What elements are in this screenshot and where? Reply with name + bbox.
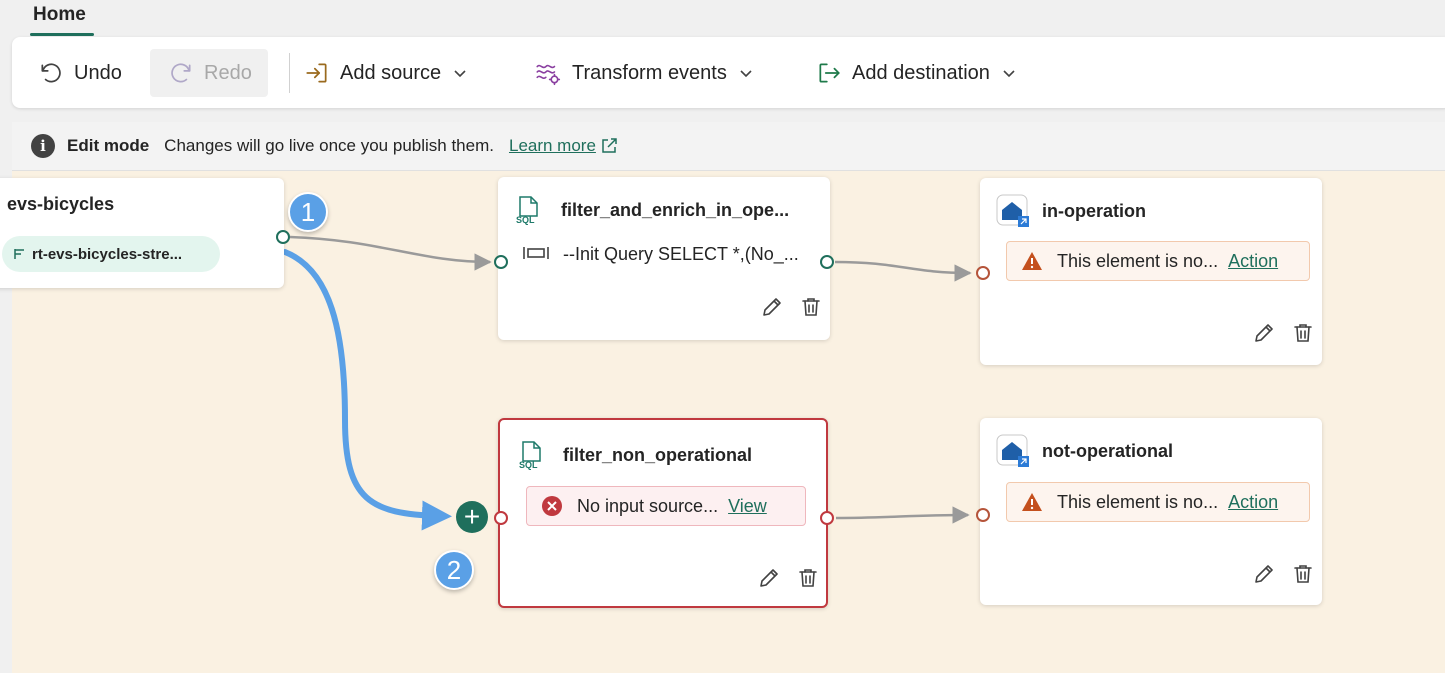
annotation-drag-arrow <box>282 249 452 531</box>
action-link[interactable]: Action <box>1228 492 1278 513</box>
wire-source-to-filter-enrich <box>289 235 492 271</box>
wire-filter-non-operational-to-not-operational <box>835 506 970 524</box>
destination-title: in-operation <box>1042 201 1146 221</box>
add-input-plus-icon[interactable]: + <box>456 501 488 533</box>
warning-icon <box>1022 493 1042 511</box>
warning-message-box: This element is no... Action <box>1006 482 1310 522</box>
operator-input-port[interactable] <box>494 255 508 269</box>
stream-label: rt-evs-bicycles-stre... <box>32 245 183 263</box>
svg-text:SQL: SQL <box>519 460 538 470</box>
error-icon <box>542 496 562 516</box>
callout-badge-1: 1 <box>288 192 328 232</box>
source-node-title: evs-bicycles <box>7 194 115 214</box>
operator-query-text: --Init Query SELECT *,(No_... <box>563 244 799 264</box>
delete-icon[interactable] <box>1291 321 1315 345</box>
destination-title: not-operational <box>1042 441 1173 461</box>
error-text: No input source... <box>577 495 719 516</box>
action-link[interactable]: Action <box>1228 251 1278 272</box>
warning-text: This element is no... <box>1057 491 1219 512</box>
operator-output-port[interactable] <box>820 255 834 269</box>
operator-title: filter_and_enrich_in_ope... <box>561 200 790 220</box>
edit-icon[interactable] <box>1252 321 1276 345</box>
destination-card-in-operation[interactable]: in-operation This element is no... Actio… <box>980 178 1322 365</box>
operator-card-filter-enrich[interactable]: SQL filter_and_enrich_in_ope... --Init Q… <box>498 177 830 340</box>
warning-message-box: This element is no... Action <box>1006 241 1310 281</box>
destination-card-not-operational[interactable]: not-operational This element is no... Ac… <box>980 418 1322 605</box>
operator-output-port[interactable] <box>820 511 834 525</box>
svg-text:SQL: SQL <box>516 215 535 225</box>
wire-filter-enrich-to-in-operation <box>834 260 972 282</box>
sql-icon: SQL <box>519 441 541 470</box>
delete-icon[interactable] <box>799 295 823 319</box>
edit-icon[interactable] <box>760 295 784 319</box>
error-message-box: No input source... View <box>526 486 806 526</box>
operator-input-port[interactable] <box>494 511 508 525</box>
destination-input-port[interactable] <box>976 508 990 522</box>
callout-badge-2: 2 <box>434 550 474 590</box>
warning-icon <box>1022 252 1042 270</box>
sql-icon: SQL <box>516 196 538 225</box>
edit-icon[interactable] <box>1252 562 1276 586</box>
source-node-card[interactable]: evs-bicycles rt-evs-bicycles-stre... <box>0 178 284 288</box>
eventhouse-icon <box>996 194 1029 227</box>
destination-input-port[interactable] <box>976 266 990 280</box>
source-output-port[interactable] <box>276 230 290 244</box>
query-icon <box>523 247 549 259</box>
eventhouse-icon <box>996 434 1029 467</box>
stream-pill[interactable]: rt-evs-bicycles-stre... <box>2 236 220 272</box>
operator-title: filter_non_operational <box>563 445 753 465</box>
view-error-link[interactable]: View <box>728 496 767 517</box>
delete-icon[interactable] <box>1291 562 1315 586</box>
stream-icon <box>14 249 24 259</box>
warning-text: This element is no... <box>1057 250 1219 271</box>
delete-icon[interactable] <box>796 566 820 590</box>
edit-icon[interactable] <box>757 566 781 590</box>
operator-card-filter-non-operational[interactable]: SQL filter_non_operational No input sour… <box>498 418 828 608</box>
